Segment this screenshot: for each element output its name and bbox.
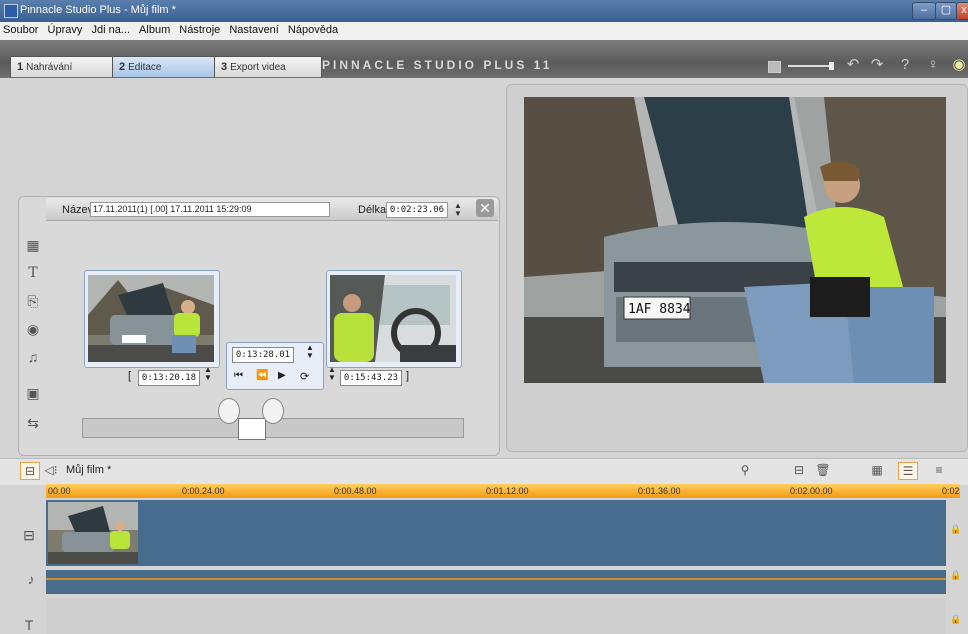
audio-track[interactable]	[46, 570, 946, 594]
help-icon[interactable]: ?	[896, 56, 914, 74]
storyboard-grid-icon[interactable]: ▦	[868, 462, 886, 478]
lock-icon[interactable]: 🔒	[950, 570, 961, 581]
clip-name-input[interactable]: 17.11.2011(1) [.00] 17.11.2011 15:29:09	[90, 202, 330, 217]
out-frame-thumbnail	[330, 275, 456, 362]
minimize-button[interactable]: –	[912, 2, 936, 20]
tab-number: 3	[221, 61, 228, 73]
effects-tool-icon[interactable]: ◉	[24, 320, 42, 338]
monitor-icon[interactable]	[768, 61, 781, 73]
ruler-tick: 0:01.12.00	[486, 486, 529, 496]
clip-tool-strip: ▦ T ⎘ ◉ ♫ ▣ ⇆	[18, 224, 44, 436]
out-time-field[interactable]: 0:15:43.23	[340, 370, 402, 386]
current-time-spinner[interactable]: ▲ ▼	[306, 344, 314, 360]
menu-napoveda[interactable]: Nápověda	[285, 22, 341, 36]
out-time-spinner[interactable]: ▲ ▼	[328, 366, 336, 382]
ruler-tick: 0:02	[942, 486, 960, 496]
track-header-column	[0, 498, 46, 634]
timeline-view-icon[interactable]: ☰	[898, 462, 918, 480]
storyboard-view-icon[interactable]: ⊟	[20, 462, 40, 480]
menu-upravy[interactable]: Úpravy	[45, 22, 86, 36]
length-spinner[interactable]: ▲ ▼	[453, 202, 463, 218]
text-view-icon[interactable]: ≡	[930, 462, 948, 478]
in-trim-handle[interactable]	[218, 398, 240, 424]
audio-track-icon[interactable]: ♪	[22, 570, 40, 588]
out-point-bracket[interactable]: ]	[406, 370, 409, 382]
menu-nastroje[interactable]: Nástroje	[176, 22, 223, 36]
menu-soubor[interactable]: Soubor	[0, 22, 41, 36]
ruler-tick: 0:00.24.00	[182, 486, 225, 496]
menu-bar: Soubor Úpravy Jdi na... Album Nástroje N…	[0, 22, 968, 41]
hint-icon[interactable]: ♀	[924, 56, 942, 74]
project-title: Můj film *	[66, 464, 112, 476]
split-clip-icon[interactable]: ⊟	[790, 462, 808, 478]
audio-tool-icon[interactable]: ♫	[24, 348, 42, 366]
ruler-tick: 0:01.36.00	[638, 486, 681, 496]
clip-length-field[interactable]: 0:02:23.06	[386, 202, 448, 218]
globe-icon[interactable]: ◉	[950, 56, 968, 74]
name-label: Název	[62, 204, 94, 216]
tab-number: 2	[119, 61, 126, 73]
volume-slider[interactable]	[788, 65, 830, 67]
license-plate-text: 1AF 8834	[628, 302, 691, 317]
menu-album[interactable]: Album	[136, 22, 173, 36]
title-tool-icon[interactable]: T	[24, 264, 42, 282]
play-button[interactable]: ▶	[278, 370, 286, 381]
app-icon	[4, 4, 18, 18]
delete-icon[interactable]: 🗑	[814, 462, 832, 478]
volume-slider-knob[interactable]	[829, 62, 834, 70]
ruler-tick: 00.00	[48, 486, 71, 496]
close-button[interactable]: x	[956, 2, 968, 20]
redo-icon[interactable]: ↷	[868, 56, 886, 74]
tab-label: Nahrávání	[26, 62, 73, 73]
title-track[interactable]	[46, 598, 946, 634]
volume-line[interactable]	[46, 578, 946, 580]
current-time-field[interactable]: 0:13:28.01	[232, 347, 294, 363]
menu-jdi-na[interactable]: Jdi na...	[88, 22, 133, 36]
tab-label: Export videa	[230, 62, 286, 73]
step-back-button[interactable]: ⏪	[256, 370, 268, 381]
video-preview[interactable]: 1AF 8834	[524, 97, 946, 383]
close-editor-button[interactable]: ✕	[476, 199, 494, 217]
menu-tool-icon[interactable]: ▣	[24, 384, 42, 402]
tab-edit[interactable]: 2 Editace	[112, 56, 220, 77]
voiceover-icon[interactable]: ⚲	[736, 462, 754, 478]
transition-tool-icon[interactable]: ⇆	[24, 414, 42, 432]
tab-capture[interactable]: 1 Nahrávání	[10, 56, 118, 77]
loop-button[interactable]: ⟳	[300, 370, 309, 383]
window-title-bar: Pinnacle Studio Plus - Můj film * – ▢ x	[0, 0, 968, 22]
length-label: Délka	[358, 204, 387, 216]
title-track-icon[interactable]: T	[20, 616, 38, 634]
photo-tool-icon[interactable]: ⎘	[24, 292, 42, 310]
in-time-spinner[interactable]: ▲ ▼	[204, 366, 212, 382]
video-track-icon[interactable]: ⊟	[20, 526, 38, 544]
undo-icon[interactable]: ↶	[844, 56, 862, 74]
tab-label: Editace	[128, 62, 162, 73]
video-track[interactable]	[46, 500, 946, 566]
tab-number: 1	[17, 61, 24, 73]
ruler-tick: 0:02.00.00	[790, 486, 833, 496]
lock-icon[interactable]: 🔒	[950, 614, 961, 625]
in-time-field[interactable]: 0:13:20.18	[138, 370, 200, 386]
in-frame-thumbnail	[88, 275, 214, 362]
maximize-button[interactable]: ▢	[935, 2, 957, 20]
audio-view-icon[interactable]: ◁⁝	[42, 462, 60, 478]
menu-nastaveni[interactable]: Nastavení	[226, 22, 282, 36]
lock-icon[interactable]: 🔒	[950, 524, 961, 535]
timeline-clip[interactable]	[48, 502, 138, 564]
mode-tab-bar: 1 Nahrávání 2 Editace 3 Export videa PINNAC…	[0, 40, 968, 78]
trim-selection[interactable]	[238, 418, 266, 440]
go-to-start-button[interactable]: ⏮	[234, 370, 243, 381]
video-tool-icon[interactable]: ▦	[24, 236, 42, 254]
out-trim-handle[interactable]	[262, 398, 284, 424]
window-title: Pinnacle Studio Plus - Můj film *	[20, 4, 176, 16]
in-point-bracket[interactable]: [	[128, 370, 131, 382]
ruler-tick: 0:00.48.00	[334, 486, 377, 496]
brand-logo-text: PINNACLE STUDIO PLUS 11	[322, 58, 553, 72]
tab-export[interactable]: 3 Export videa	[214, 56, 322, 77]
